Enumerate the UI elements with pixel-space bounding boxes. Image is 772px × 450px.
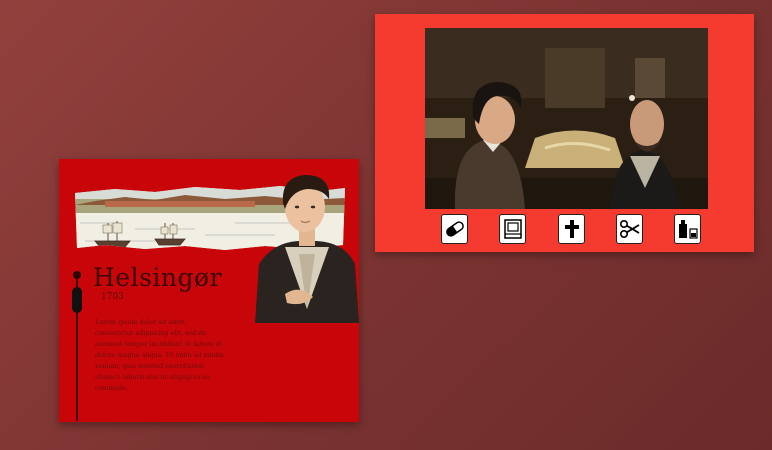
remedy-button[interactable] <box>674 214 701 244</box>
cross-icon <box>564 220 579 238</box>
location-card: Helsingør 1703 Lorem ipsum dolor sit ame… <box>59 159 359 422</box>
action-toolbar <box>441 214 701 248</box>
surgery-button[interactable] <box>616 214 643 244</box>
medicine-button[interactable] <box>441 214 468 244</box>
prayer-button[interactable] <box>558 214 585 244</box>
scene-card <box>375 14 754 252</box>
bottles-icon <box>678 220 698 239</box>
location-description: Lorem ipsum dolor sit amet, consectetur … <box>95 318 224 392</box>
book-button[interactable] <box>499 214 526 244</box>
location-title: Helsingør <box>93 263 223 292</box>
scene-painting <box>425 28 708 209</box>
pill-icon <box>445 221 464 237</box>
location-year: 1703 <box>101 292 124 302</box>
scissors-icon <box>619 219 639 239</box>
timeline-marker[interactable] <box>73 271 81 279</box>
young-man-portrait <box>255 169 359 323</box>
timeline-handle[interactable] <box>72 287 82 313</box>
book-icon <box>503 219 522 239</box>
